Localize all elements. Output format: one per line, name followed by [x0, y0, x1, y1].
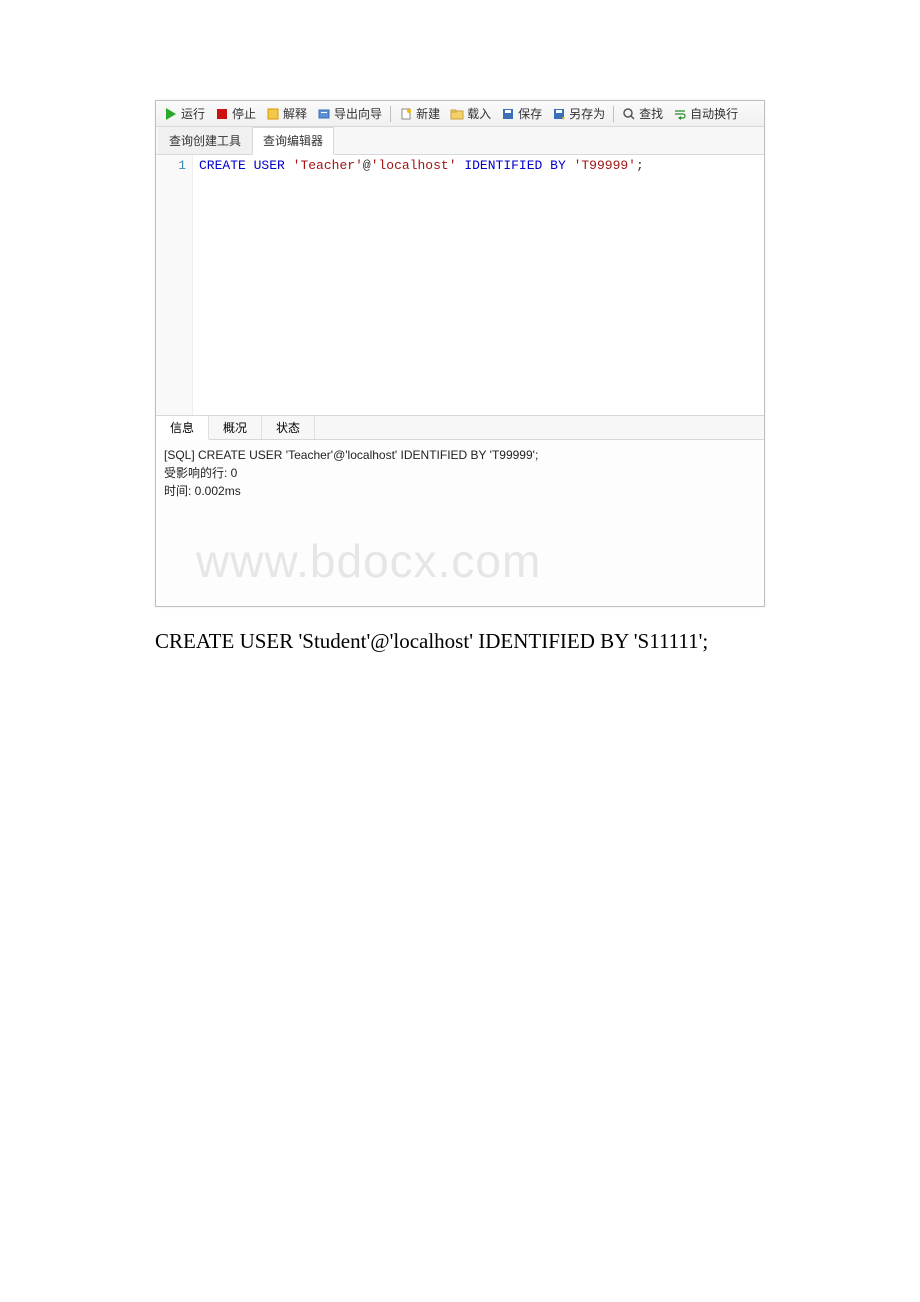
explain-button[interactable]: 解释	[262, 104, 311, 123]
wrap-label: 自动换行	[690, 105, 738, 122]
load-label: 载入	[467, 105, 491, 122]
stop-label: 停止	[232, 105, 256, 122]
tab-info[interactable]: 信息	[156, 416, 209, 440]
new-icon	[399, 107, 413, 121]
str-pwd: 'T99999'	[574, 158, 636, 173]
export-wizard-button[interactable]: 导出向导	[313, 104, 386, 123]
stop-button[interactable]: 停止	[211, 104, 260, 123]
explain-icon	[266, 107, 280, 121]
line-gutter: 1	[156, 155, 193, 415]
save-icon	[501, 107, 515, 121]
kw-create: CREATE	[199, 158, 246, 173]
save-as-button[interactable]: 另存为	[548, 104, 609, 123]
save-button[interactable]: 保存	[497, 104, 546, 123]
line-number: 1	[156, 158, 186, 173]
wrap-icon	[673, 107, 687, 121]
save-as-icon	[552, 107, 566, 121]
sql-editor[interactable]: 1 CREATE USER 'Teacher'@'localhost' IDEN…	[156, 155, 764, 415]
explain-label: 解释	[283, 105, 307, 122]
find-button[interactable]: 查找	[618, 104, 667, 123]
toolbar: 运行 停止 解释 导出向导	[156, 101, 764, 127]
kw-identified: IDENTIFIED	[464, 158, 542, 173]
output-pane: [SQL] CREATE USER 'Teacher'@'localhost' …	[156, 440, 764, 606]
save-label: 保存	[518, 105, 542, 122]
tab-query-builder[interactable]: 查询创建工具	[158, 127, 252, 154]
export-icon	[317, 107, 331, 121]
toolbar-separator	[613, 106, 614, 122]
wrap-button[interactable]: 自动换行	[669, 104, 742, 123]
str-teacher: 'Teacher'	[293, 158, 363, 173]
run-label: 运行	[181, 105, 205, 122]
run-button[interactable]: 运行	[160, 104, 209, 123]
watermark-text: www.bdocx.com	[196, 527, 764, 596]
output-time-line: 时间: 0.002ms	[164, 482, 756, 500]
ide-window: 运行 停止 解释 导出向导	[155, 100, 765, 607]
kw-by: BY	[550, 158, 566, 173]
output-affected-line: 受影响的行: 0	[164, 464, 756, 482]
search-icon	[622, 107, 636, 121]
document-text: CREATE USER 'Student'@'localhost' IDENTI…	[155, 629, 765, 654]
result-tabbar: 信息 概况 状态	[156, 415, 764, 440]
code-area[interactable]: CREATE USER 'Teacher'@'localhost' IDENTI…	[193, 155, 764, 415]
str-localhost: 'localhost'	[371, 158, 457, 173]
new-label: 新建	[416, 105, 440, 122]
tab-query-editor[interactable]: 查询编辑器	[252, 127, 334, 155]
new-button[interactable]: 新建	[395, 104, 444, 123]
save-as-label: 另存为	[569, 105, 605, 122]
play-icon	[164, 107, 178, 121]
export-label: 导出向导	[334, 105, 382, 122]
kw-user: USER	[254, 158, 285, 173]
load-button[interactable]: 载入	[446, 104, 495, 123]
folder-icon	[450, 107, 464, 121]
toolbar-separator	[390, 106, 391, 122]
at-sign: @	[363, 158, 371, 173]
tab-status[interactable]: 状态	[262, 416, 315, 439]
stop-icon	[215, 107, 229, 121]
sql-code-line: CREATE USER 'Teacher'@'localhost' IDENTI…	[199, 158, 644, 173]
editor-tabbar: 查询创建工具 查询编辑器	[156, 127, 764, 155]
tab-profile[interactable]: 概况	[209, 416, 262, 439]
semicolon: ;	[636, 158, 644, 173]
find-label: 查找	[639, 105, 663, 122]
output-sql-line: [SQL] CREATE USER 'Teacher'@'localhost' …	[164, 446, 756, 464]
